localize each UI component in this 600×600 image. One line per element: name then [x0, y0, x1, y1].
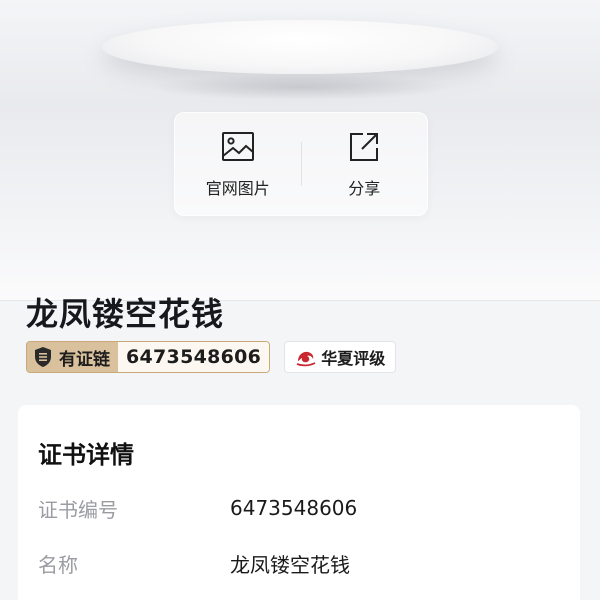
badge-row: 有证链 6473548606 华夏评级	[26, 341, 397, 373]
share-icon	[350, 133, 379, 161]
huaxia-rating-label: 华夏评级	[321, 349, 386, 368]
action-card: 官网图片 分享	[174, 112, 428, 216]
chain-badge-number: 6473548606	[118, 342, 270, 372]
pedestal-shadow	[150, 74, 450, 100]
detail-value: 龙凤镂空花钱	[230, 552, 350, 577]
detail-row-name: 名称 龙凤镂空花钱	[38, 548, 350, 578]
hero-display: 官网图片 分享	[0, 0, 600, 300]
certificate-details-card: 证书详情 证书编号 6473548606 名称 龙凤镂空花钱	[18, 405, 580, 600]
detail-key: 名称	[38, 552, 78, 577]
display-pedestal	[102, 20, 498, 74]
certificate-chain-badge[interactable]: 有证链 6473548606	[26, 341, 271, 373]
share-button[interactable]: 分享	[302, 113, 428, 215]
share-label: 分享	[348, 179, 381, 198]
official-image-button[interactable]: 官网图片	[175, 113, 301, 215]
chain-badge-label-area: 有证链	[27, 342, 118, 372]
official-image-label: 官网图片	[205, 179, 270, 198]
image-icon	[221, 132, 254, 161]
detail-value: 6473548606	[230, 496, 358, 520]
certificate-shield-icon	[35, 347, 51, 367]
chain-badge-label: 有证链	[59, 349, 110, 370]
huaxia-rating-badge[interactable]: 华夏评级	[284, 341, 397, 373]
detail-key: 证书编号	[38, 497, 118, 522]
huaxia-dragon-logo-icon	[296, 351, 316, 367]
detail-row-certificate-number: 证书编号 6473548606	[38, 493, 357, 523]
item-title: 龙凤镂空花钱	[26, 295, 225, 333]
details-title: 证书详情	[38, 441, 134, 469]
content-area: 龙凤镂空花钱 有证链 6473548606 华夏评级 证书详情 证书编号 647…	[0, 295, 600, 600]
